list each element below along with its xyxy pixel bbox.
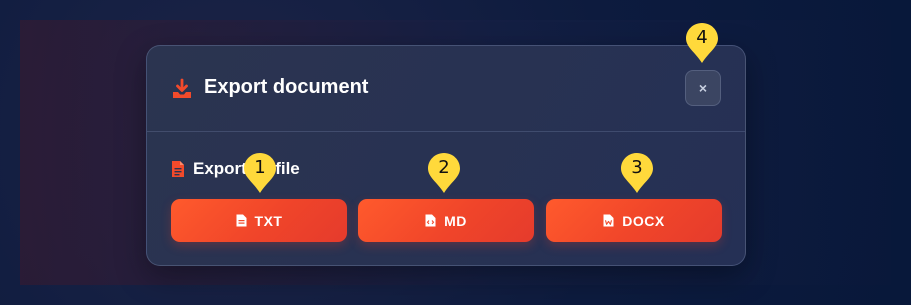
close-icon: × bbox=[698, 80, 708, 96]
export-md-label: MD bbox=[444, 212, 467, 229]
callout-number: 4 bbox=[696, 27, 708, 48]
export-docx-button[interactable]: DOCX bbox=[546, 199, 722, 242]
callout-marker: 4 bbox=[685, 22, 719, 64]
callout-marker: 1 bbox=[243, 152, 277, 194]
download-icon bbox=[173, 78, 191, 98]
file-icon bbox=[172, 161, 184, 177]
callout-number: 3 bbox=[631, 157, 643, 178]
dialog-header: Export document × bbox=[147, 46, 745, 132]
file-code-icon bbox=[425, 214, 436, 227]
export-docx-label: DOCX bbox=[622, 212, 665, 229]
callout-number: 1 bbox=[254, 157, 266, 178]
file-text-icon bbox=[236, 214, 247, 227]
callout-marker: 3 bbox=[620, 152, 654, 194]
page: Export document × Export as file TXT bbox=[0, 0, 911, 305]
file-word-icon bbox=[603, 214, 614, 227]
callout-number: 2 bbox=[438, 157, 450, 178]
export-txt-button[interactable]: TXT bbox=[171, 199, 347, 242]
export-md-button[interactable]: MD bbox=[358, 199, 534, 242]
export-txt-label: TXT bbox=[254, 212, 283, 229]
close-button[interactable]: × bbox=[685, 70, 721, 106]
callout-marker: 2 bbox=[427, 152, 461, 194]
dialog-title: Export document bbox=[204, 76, 369, 98]
